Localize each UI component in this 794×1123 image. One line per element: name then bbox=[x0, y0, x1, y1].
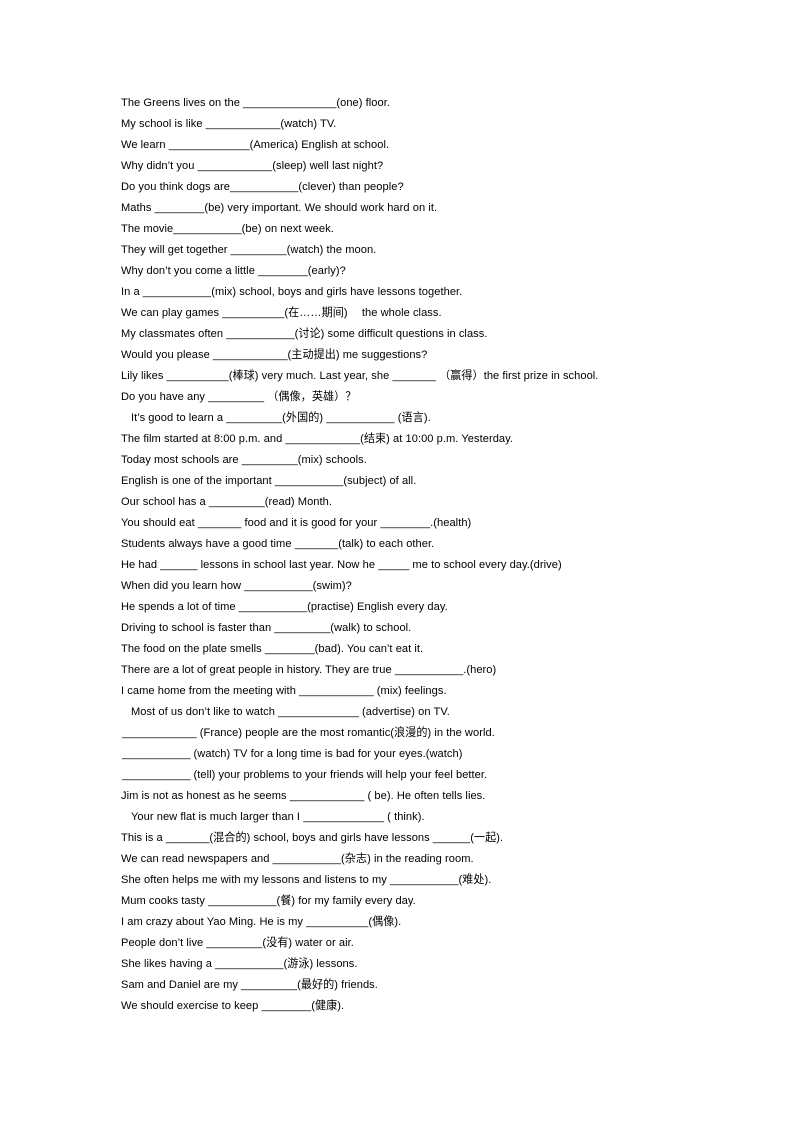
worksheet-page: The Greens lives on the _______________(… bbox=[0, 0, 794, 1123]
exercise-line: You should eat _______ food and it is go… bbox=[121, 517, 472, 529]
exercise-line: Mum cooks tasty ___________(餐) for my fa… bbox=[121, 895, 416, 907]
exercise-line: We can play games __________(在……期间) the … bbox=[121, 307, 442, 319]
exercise-line: She likes having a ___________(游泳) lesso… bbox=[121, 958, 358, 970]
exercise-line: ___________ (tell) your problems to your… bbox=[122, 769, 488, 781]
exercise-line: Do you have any _________ （偶像，英雄）？ bbox=[121, 391, 357, 403]
exercise-line: I came home from the meeting with ______… bbox=[121, 685, 447, 697]
exercise-line: They will get together _________(watch) … bbox=[121, 244, 377, 256]
exercise-line: Your new flat is much larger than I ____… bbox=[131, 811, 425, 823]
exercise-line: Students always have a good time _______… bbox=[121, 538, 435, 550]
exercise-line: Today most schools are _________(mix) sc… bbox=[121, 454, 367, 466]
exercise-line: It’s good to learn a _________(外国的) ____… bbox=[131, 412, 431, 424]
exercise-line: Would you please ____________(主动提出) me s… bbox=[121, 349, 428, 361]
exercise-line: The food on the plate smells ________(ba… bbox=[121, 643, 424, 655]
exercise-line: Sam and Daniel are my _________(最好的) fri… bbox=[121, 979, 378, 991]
exercise-line: The movie___________(be) on next week. bbox=[121, 223, 334, 235]
exercise-line: Why didn’t you ____________(sleep) well … bbox=[121, 160, 384, 172]
exercise-line: My school is like ____________(watch) TV… bbox=[121, 118, 337, 130]
exercise-line: ___________ (watch) TV for a long time i… bbox=[122, 748, 463, 760]
exercise-line: There are a lot of great people in histo… bbox=[121, 664, 497, 676]
exercise-line: Do you think dogs are___________(clever)… bbox=[121, 181, 404, 193]
exercise-line: Maths ________(be) very important. We sh… bbox=[121, 202, 438, 214]
exercise-line: Our school has a _________(read) Month. bbox=[121, 496, 333, 508]
exercise-line: He had ______ lessons in school last yea… bbox=[121, 559, 562, 571]
exercise-line: Most of us don’t like to watch _________… bbox=[131, 706, 450, 718]
exercise-line: Lily likes __________(棒球) very much. Las… bbox=[121, 370, 599, 382]
exercise-line: She often helps me with my lessons and l… bbox=[121, 874, 492, 886]
exercise-line: The Greens lives on the _______________(… bbox=[121, 97, 390, 109]
exercise-line: Driving to school is faster than _______… bbox=[121, 622, 412, 634]
exercise-line: Why don’t you come a little ________(ear… bbox=[121, 265, 346, 277]
exercise-line: ____________ (France) people are the mos… bbox=[122, 727, 495, 739]
exercise-line: We can read newspapers and ___________(杂… bbox=[121, 853, 474, 865]
exercise-line: This is a _______(混合的) school, boys and … bbox=[121, 832, 504, 844]
exercise-line-list: The Greens lives on the _______________(… bbox=[121, 93, 754, 1017]
exercise-line: When did you learn how ___________(swim)… bbox=[121, 580, 352, 592]
exercise-line: The film started at 8:00 p.m. and ______… bbox=[121, 433, 514, 445]
exercise-line: People don’t live _________(没有) water or… bbox=[121, 937, 354, 949]
exercise-line: We should exercise to keep ________(健康). bbox=[121, 1000, 345, 1012]
exercise-line: We learn _____________(America) English … bbox=[121, 139, 390, 151]
exercise-line: Jim is not as honest as he seems _______… bbox=[121, 790, 486, 802]
exercise-line: He spends a lot of time ___________(prac… bbox=[121, 601, 448, 613]
exercise-line: In a ___________(mix) school, boys and g… bbox=[121, 286, 463, 298]
exercise-line: I am crazy about Yao Ming. He is my ____… bbox=[121, 916, 402, 928]
exercise-line: English is one of the important ________… bbox=[121, 475, 417, 487]
exercise-line: My classmates often ___________(讨论) some… bbox=[121, 328, 488, 340]
